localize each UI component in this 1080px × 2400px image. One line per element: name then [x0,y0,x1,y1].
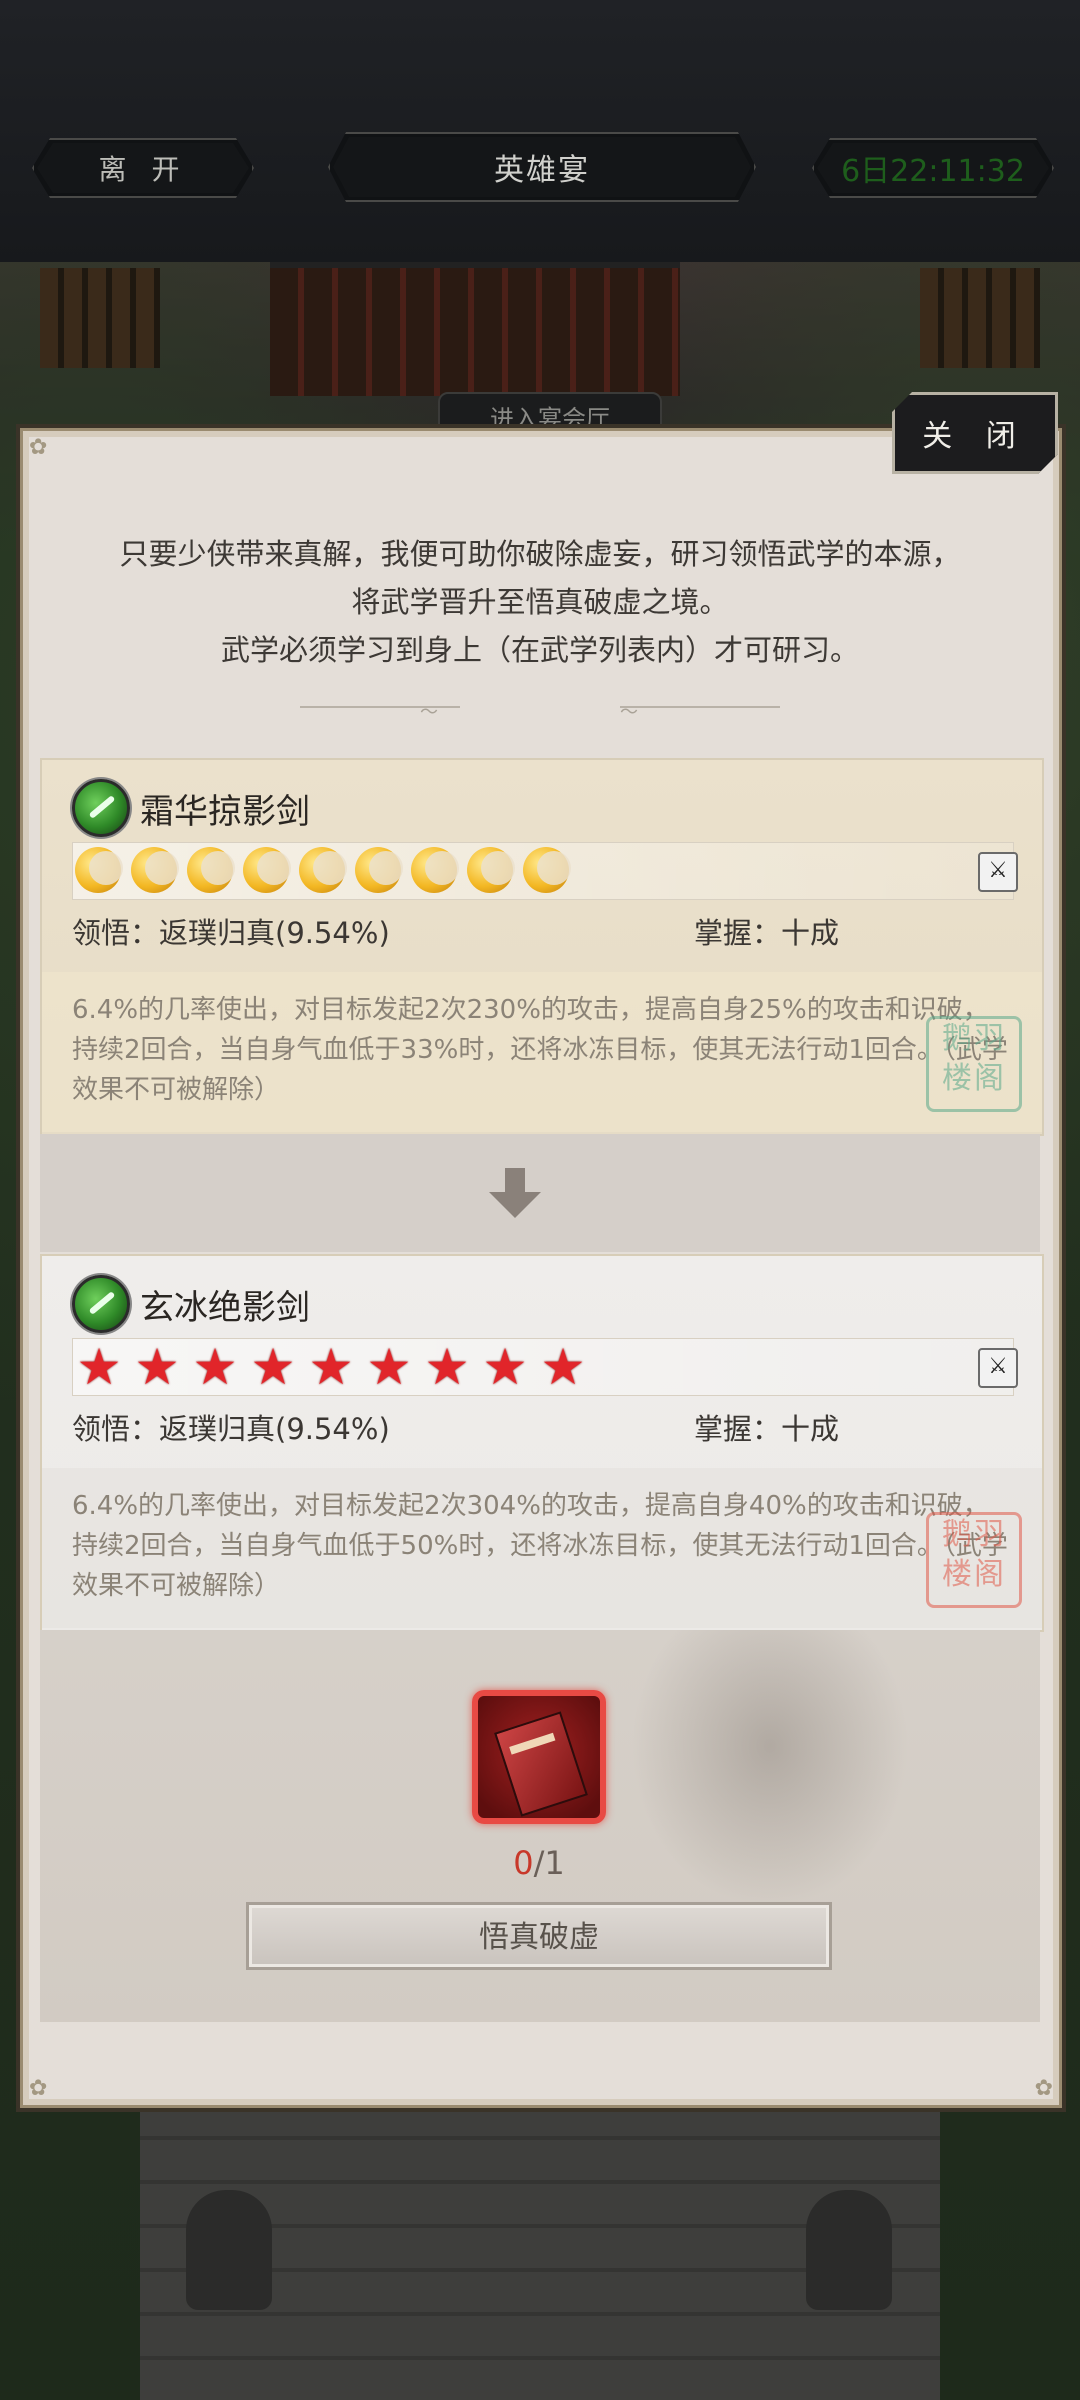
mastery-text: 掌握：十成 [694,916,840,950]
countdown-timer-text: 6日22:11:32 [841,154,1025,189]
close-label: 关 闭 [922,419,1028,454]
material-count: 0/1 [472,1844,606,1882]
star-icon: ★ [366,1338,412,1396]
moon-icon [523,847,571,893]
corner-ornament: ✿ [29,435,48,460]
star-icon: ★ [250,1338,296,1396]
star-icon: ★ [540,1338,586,1396]
star-icon: ★ [308,1338,354,1396]
warrior-silhouette [620,1630,920,1920]
leave-button[interactable]: 离 开 [32,138,254,198]
page-title: 英雄宴 [328,132,756,202]
skill-name: 玄冰绝影剑 [140,1287,310,1328]
moon-icon [75,847,123,893]
material-item-slot[interactable] [472,1690,606,1824]
palace-wing-left [40,268,160,368]
seal-stamp: 鹅羽 楼阁 [926,1016,1022,1112]
rank-bar: ★ ★ ★ ★ ★ ★ ★ ★ ★ [72,1338,1014,1396]
moon-icon [411,847,459,893]
star-icon: ★ [192,1338,238,1396]
rank-icons [75,847,571,893]
palace-wing-right [920,268,1040,368]
book-icon [494,1711,588,1817]
skill-detail-icon[interactable]: ⚔ [978,1348,1018,1388]
moon-icon [131,847,179,893]
divider-ornament: 〜 [620,702,638,723]
divider-right [620,706,780,708]
corner-ornament: ✿ [1034,2076,1053,2101]
intro-text: 只要少侠带来真解，我便可助你破除虚妄，研习领悟武学的本源， 将武学晋升至悟真破虚… [40,530,1040,674]
seal-stamp: 鹅羽 楼阁 [926,1512,1022,1608]
close-button[interactable]: 关 闭 [892,392,1058,474]
comprehension-text: 领悟：返璞归真(9.54%) [72,1412,390,1446]
stone-lion-left [186,2190,272,2310]
upgraded-skill-card: 玄冰绝影剑 ★ ★ ★ ★ ★ ★ ★ ★ ★ ⚔ 领悟：返璞归真(9.54%) 掌握：十成 6… [40,1254,1044,1632]
palace-building [270,262,680,396]
skill-description: 6.4%的几率使出，对目标发起2次230%的攻击，提高自身25%的攻击和识破，持… [42,972,1042,1132]
skill-detail-icon[interactable]: ⚔ [978,852,1018,892]
skill-name: 霜华掠影剑 [140,791,310,832]
moon-icon [467,847,515,893]
leave-label: 离 开 [98,153,188,186]
sword-skill-icon [72,779,130,837]
sword-skill-icon [72,1275,130,1333]
star-icon: ★ [424,1338,470,1396]
star-icon: ★ [134,1338,180,1396]
moon-icon [243,847,291,893]
skill-stats: 领悟：返璞归真(9.54%) 掌握：十成 [72,910,1012,952]
star-icon: ★ [482,1338,528,1396]
skill-stats: 领悟：返璞归真(9.54%) 掌握：十成 [72,1406,1012,1448]
stone-lion-right [806,2190,892,2310]
divider-ornament: 〜 [420,702,438,723]
corner-ornament: ✿ [29,2076,48,2101]
skill-header: 霜华掠影剑 [72,779,310,837]
current-skill-card: 霜华掠影剑 ⚔ 领悟：返璞归真(9.54%) 掌握：十成 6.4%的几率使出，对… [40,758,1044,1136]
rank-bar [72,842,1014,900]
material-have: 0 [513,1844,534,1882]
star-icon: ★ [76,1338,122,1396]
intro-line: 武学必须学习到身上（在武学列表内）才可研习。 [220,633,859,667]
top-bar: 离 开 英雄宴 6日22:11:32 [0,0,1080,265]
moon-icon [299,847,347,893]
material-need: /1 [533,1844,565,1882]
skill-header: 玄冰绝影剑 [72,1275,310,1333]
countdown-timer: 6日22:11:32 [812,138,1054,198]
intro-line: 只要少侠带来真解，我便可助你破除虚妄，研习领悟武学的本源， [119,537,961,571]
page-title-text: 英雄宴 [494,153,590,188]
moon-icon [187,847,235,893]
upgrade-button[interactable]: 悟真破虚 [246,1902,832,1970]
comprehension-text: 领悟：返璞归真(9.54%) [72,916,390,950]
skill-description: 6.4%的几率使出，对目标发起2次304%的攻击，提高自身40%的攻击和识破，持… [42,1468,1042,1628]
moon-icon [355,847,403,893]
intro-line: 将武学晋升至悟真破虚之境。 [351,585,729,619]
rank-icons: ★ ★ ★ ★ ★ ★ ★ ★ ★ [75,1338,587,1396]
mastery-text: 掌握：十成 [694,1412,840,1446]
